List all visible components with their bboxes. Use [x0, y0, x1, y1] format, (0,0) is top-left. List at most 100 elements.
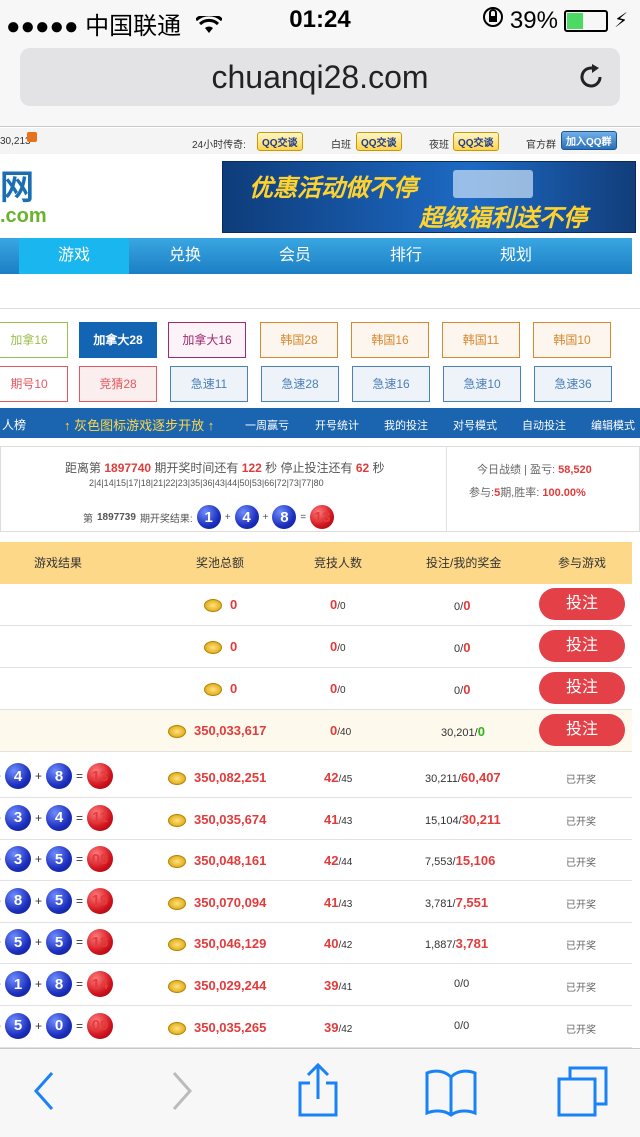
game-button-korea28[interactable]: 韩国28	[260, 322, 338, 358]
people-count: 41/43	[324, 812, 352, 827]
divider	[0, 308, 640, 309]
people-value: 41	[324, 894, 339, 910]
share-icon[interactable]	[296, 1062, 340, 1122]
game-button-speed36[interactable]: 急速36	[534, 366, 612, 402]
result-sum-ball: 18	[87, 929, 114, 956]
table-row: +3+4=11 350,035,674 41/43 15,104/30,211 …	[0, 798, 632, 840]
result-ball-1: 1	[196, 505, 221, 529]
pool-value: 350,029,244	[194, 978, 267, 993]
people-total: /42	[338, 1023, 353, 1035]
link-auto-bet[interactable]: 自动投注	[522, 417, 566, 433]
label-official: 官方群	[526, 140, 556, 151]
people-count: 42/44	[324, 853, 352, 868]
bet-amount: 0/0	[454, 978, 469, 990]
game-button-korea16[interactable]: 韩国16	[351, 322, 429, 358]
result-ball: 3	[5, 804, 32, 831]
game-button-issue10[interactable]: 期号10	[0, 366, 68, 402]
nav-item-ranking[interactable]: 排行	[351, 238, 461, 274]
promo-banner[interactable]: 优惠活动做不停 超级福利送不停	[222, 161, 636, 233]
next-issue: 1897740	[104, 461, 152, 475]
result-balls: +3+4=11	[0, 804, 115, 831]
join-qq-group-button[interactable]: 加入QQ群	[561, 131, 617, 150]
game-button-speed10[interactable]: 急速10	[443, 366, 521, 402]
label-day: 白班	[331, 140, 351, 151]
game-button-canada16[interactable]: 加拿大16	[168, 322, 246, 358]
link-number-mode[interactable]: 对号模式	[453, 417, 497, 433]
bet-button[interactable]: 投注	[539, 714, 625, 746]
table-header: 游戏结果 奖池总额 竞技人数 投注/我的奖金 参与游戏	[0, 542, 632, 584]
result-sum-ball: 11	[87, 804, 114, 831]
people-total: /40	[337, 727, 352, 738]
link-draw-stats[interactable]: 开号统计	[315, 417, 359, 433]
pool-value: 0	[230, 597, 238, 612]
nav-item-exchange[interactable]: 兑换	[130, 238, 240, 274]
coin-icon	[204, 599, 222, 613]
nav-item-game[interactable]: 游戏	[19, 238, 129, 274]
link-week-profit[interactable]: 一周赢亏	[245, 417, 289, 433]
game-button-speed16[interactable]: 急速16	[352, 366, 430, 402]
countdown-text-b: 期开奖时间还有	[154, 461, 239, 475]
pool-amount: 350,070,094	[168, 895, 266, 910]
bet-button[interactable]: 投注	[539, 588, 625, 620]
bet-amount: 3,781/7,551	[425, 895, 488, 910]
pool-amount: 350,046,129	[168, 936, 267, 952]
bet-button[interactable]: 投注	[539, 630, 625, 662]
result-balls: +5+0=09	[0, 1012, 115, 1039]
game-button-korea10[interactable]: 韩国10	[533, 322, 611, 358]
banner-line1: 优惠活动做不停	[249, 175, 417, 202]
people-total: /41	[338, 982, 353, 993]
bet-value: 15,104/	[425, 814, 462, 827]
game-button-guess28[interactable]: 竞猜28	[79, 366, 157, 402]
qq-chat-button-night[interactable]: QQ交谈	[453, 132, 499, 151]
opened-status: 已开奖	[566, 816, 596, 828]
battery-icon	[563, 9, 608, 32]
bet-amount: 0/0	[454, 682, 470, 697]
coin-icon	[168, 980, 186, 994]
today-label: 今日战绩	[477, 464, 521, 476]
tabs-icon[interactable]	[556, 1065, 610, 1124]
rotation-lock-icon	[482, 6, 504, 35]
pool-value: 350,046,129	[194, 936, 267, 952]
banner-devices-image	[453, 170, 533, 198]
forward-icon[interactable]	[170, 1069, 196, 1118]
nav-item-plan[interactable]: 规划	[461, 238, 571, 274]
game-button-speed11[interactable]: 急速11	[170, 366, 248, 402]
bookmarks-icon[interactable]	[424, 1067, 478, 1122]
pool-value: 350,082,251	[194, 770, 267, 785]
opened-status: 已开奖	[566, 858, 596, 870]
table-row: +1+8=14 350,029,244 39/41 0/0 已开奖	[0, 964, 632, 1006]
game-button-speed28[interactable]: 急速28	[261, 366, 339, 402]
url-field[interactable]: chuanqi28.com	[20, 48, 620, 106]
result-ball: 5	[46, 887, 73, 914]
bet-value: 30,211/	[425, 773, 461, 785]
countdown-text-a: 距离第	[65, 461, 102, 475]
back-icon[interactable]	[30, 1069, 56, 1118]
nav-item-member[interactable]: 会员	[240, 238, 350, 274]
bet-value: 0/	[454, 685, 464, 697]
bet-amount: 30,211/60,407	[425, 770, 501, 785]
pool-value: 0	[230, 681, 238, 696]
bet-button[interactable]: 投注	[539, 672, 625, 704]
game-button-korea11[interactable]: 韩国11	[442, 322, 520, 358]
bonus-value: 15,106	[455, 853, 496, 869]
bonus-value: 3,781	[455, 936, 489, 952]
result-ball: 0	[46, 1012, 73, 1039]
qq-chat-button-24h[interactable]: QQ交谈	[257, 132, 303, 151]
people-value: 41	[324, 811, 339, 827]
bet-value: 3,781/	[425, 897, 456, 910]
site-logo[interactable]: 网	[0, 160, 34, 209]
pool-amount: 350,035,674	[168, 812, 266, 827]
stop-seconds: 62	[355, 461, 370, 475]
game-button-canada28[interactable]: 加拿大28	[79, 322, 157, 358]
countdown-text-d: 秒	[372, 461, 385, 475]
pool-value: 350,070,094	[194, 894, 267, 910]
link-edit-mode[interactable]: 编辑模式	[591, 417, 635, 433]
result-balls: +1+8=14	[0, 971, 115, 997]
result-ball: 5	[46, 929, 73, 956]
qq-chat-button-day[interactable]: QQ交谈	[356, 132, 402, 151]
ranking-link[interactable]: 人榜	[2, 416, 26, 433]
link-my-bets[interactable]: 我的投注	[384, 417, 428, 433]
game-button-jn16[interactable]: 加拿16	[0, 322, 68, 358]
result-sum-ball: 09	[87, 846, 114, 873]
reload-icon[interactable]	[576, 62, 606, 100]
